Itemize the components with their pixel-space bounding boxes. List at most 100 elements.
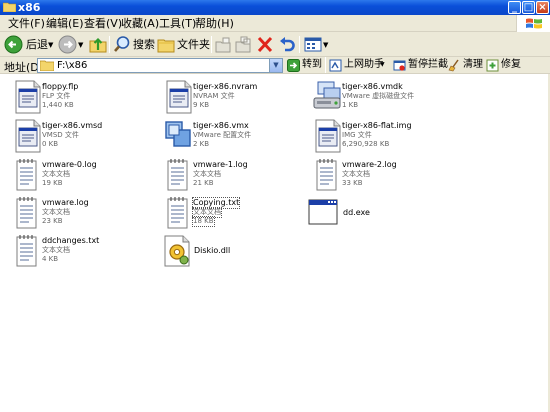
delete-button[interactable] bbox=[256, 35, 274, 54]
folder-icon bbox=[40, 60, 54, 71]
up-folder-button[interactable] bbox=[89, 35, 107, 54]
back-dropdown-arrow-icon[interactable]: ▼ bbox=[48, 41, 53, 49]
online-helper-button[interactable]: 上网助手 ▼ bbox=[329, 58, 387, 73]
online-helper-dropdown-arrow-icon[interactable]: ▼ bbox=[380, 61, 385, 68]
copy-to-button[interactable] bbox=[235, 35, 253, 54]
text-document-icon bbox=[316, 159, 337, 191]
text-document-icon bbox=[16, 159, 37, 191]
file-item[interactable]: dd.exe bbox=[308, 196, 453, 232]
search-button[interactable]: 搜索 bbox=[113, 35, 155, 54]
menu-help[interactable]: 帮助(H) bbox=[195, 17, 234, 30]
file-type: NVRAM 文件 bbox=[193, 92, 235, 100]
file-item[interactable]: Diskio.dll bbox=[162, 234, 307, 270]
file-type: 文本文档 bbox=[192, 207, 222, 218]
clean-button[interactable]: 清理 bbox=[448, 58, 483, 73]
file-size: 33 KB bbox=[342, 179, 363, 187]
file-type: VMSD 文件 bbox=[42, 131, 79, 139]
file-size: 19 KB bbox=[42, 179, 63, 187]
toolbar-separator bbox=[109, 36, 110, 53]
file-list-view[interactable]: floppy.flp FLP 文件 1,440 KB tiger-x86.nvr… bbox=[0, 74, 550, 412]
repair-button[interactable]: 修复 bbox=[486, 58, 522, 73]
file-size: 1,440 KB bbox=[42, 101, 74, 109]
toolbar-separator bbox=[299, 36, 300, 53]
toolbar: 后退 ▼ ▼ 搜索 文件夹 ▼ bbox=[0, 32, 550, 57]
vmware-config-icon bbox=[165, 121, 191, 147]
text-document-icon bbox=[167, 197, 188, 229]
text-document-icon bbox=[167, 159, 188, 191]
text-document-icon bbox=[16, 197, 37, 229]
file-item[interactable]: ddchanges.txt 文本文档 4 KB bbox=[12, 234, 157, 270]
clean-label: 清理 bbox=[463, 59, 483, 70]
address-dropdown-arrow-icon[interactable]: ▼ bbox=[269, 59, 282, 72]
file-item[interactable]: vmware-0.log 文本文档 19 KB bbox=[12, 158, 157, 194]
dll-gear-icon bbox=[164, 235, 190, 267]
folders-button[interactable]: 文件夹 bbox=[157, 35, 210, 54]
menu-favorites[interactable]: 收藏(A) bbox=[121, 17, 159, 30]
file-item[interactable]: tiger-x86.vmdk VMware 虚拟磁盘文件 1 KB bbox=[312, 80, 457, 116]
file-item[interactable]: vmware-2.log 文本文档 33 KB bbox=[312, 158, 457, 194]
windows-logo bbox=[516, 15, 550, 32]
menu-edit[interactable]: 编辑(E) bbox=[46, 17, 84, 30]
search-label: 搜索 bbox=[133, 38, 155, 51]
pause-blocking-button[interactable]: 暂停拦截 bbox=[393, 58, 448, 73]
file-item[interactable]: tiger-x86.vmx VMware 配置文件 2 KB bbox=[163, 119, 308, 155]
minimize-button[interactable]: _ bbox=[508, 1, 521, 14]
views-dropdown-arrow-icon[interactable]: ▼ bbox=[323, 41, 328, 49]
back-button[interactable]: 后退 ▼ bbox=[4, 35, 54, 54]
file-name: floppy.flp bbox=[42, 82, 79, 91]
file-type: 文本文档 bbox=[342, 170, 370, 178]
file-name: dd.exe bbox=[343, 208, 370, 217]
file-type: VMware 虚拟磁盘文件 bbox=[342, 92, 415, 100]
file-size: 2 KB bbox=[193, 140, 210, 148]
toolbar-separator bbox=[325, 57, 326, 73]
undo-button[interactable] bbox=[278, 35, 296, 54]
broom-icon bbox=[448, 59, 459, 72]
menu-tools[interactable]: 工具(T) bbox=[159, 17, 196, 30]
file-size: 9 KB bbox=[193, 101, 210, 109]
file-type: 文本文档 bbox=[193, 170, 221, 178]
vmware-disk-icon bbox=[313, 81, 341, 109]
go-arrow-icon bbox=[287, 59, 300, 72]
back-arrow-icon bbox=[4, 35, 23, 54]
file-name: tiger-x86.vmdk bbox=[342, 82, 403, 91]
file-name: vmware-2.log bbox=[342, 160, 397, 169]
forward-button[interactable]: ▼ bbox=[58, 35, 84, 54]
close-button[interactable]: × bbox=[536, 1, 549, 14]
menu-file[interactable]: 文件(F) bbox=[8, 17, 45, 30]
file-size: 4 KB bbox=[42, 255, 59, 263]
generic-file-icon bbox=[15, 80, 41, 114]
forward-dropdown-arrow-icon[interactable]: ▼ bbox=[78, 41, 83, 49]
generic-file-icon bbox=[166, 80, 192, 114]
file-name: tiger-x86.vmx bbox=[193, 121, 249, 130]
file-name: tiger-x86-flat.img bbox=[342, 121, 412, 130]
file-item[interactable]: tiger-x86.vmsd VMSD 文件 0 KB bbox=[12, 119, 157, 155]
file-size: 18 KB bbox=[192, 216, 215, 227]
move-to-button[interactable] bbox=[215, 35, 233, 54]
popup-block-icon bbox=[393, 60, 406, 71]
file-item[interactable]: floppy.flp FLP 文件 1,440 KB bbox=[12, 80, 157, 116]
file-size: 23 KB bbox=[42, 217, 63, 225]
file-item[interactable]: tiger-x86-flat.img IMG 文件 6,290,928 KB bbox=[312, 119, 457, 155]
toolbar-separator bbox=[211, 36, 212, 53]
repair-plus-icon bbox=[486, 59, 499, 72]
menu-view[interactable]: 查看(V) bbox=[84, 17, 122, 30]
go-button[interactable]: 转到 bbox=[287, 58, 323, 73]
folder-icon bbox=[3, 2, 16, 12]
views-button[interactable]: ▼ bbox=[304, 35, 330, 54]
file-name: Diskio.dll bbox=[194, 246, 231, 255]
generic-file-icon bbox=[15, 119, 41, 153]
windows-flag-icon bbox=[526, 18, 542, 29]
maximize-button[interactable]: □ bbox=[522, 1, 535, 14]
file-size: 21 KB bbox=[193, 179, 214, 187]
go-label: 转到 bbox=[302, 59, 322, 70]
copy-to-folder-icon bbox=[235, 36, 251, 53]
file-item[interactable]: vmware-1.log 文本文档 21 KB bbox=[163, 158, 308, 194]
file-type: 文本文档 bbox=[42, 246, 70, 254]
file-type: 文本文档 bbox=[42, 170, 70, 178]
file-item[interactable]: vmware.log 文本文档 23 KB bbox=[12, 196, 157, 232]
file-name: tiger-x86.nvram bbox=[193, 82, 258, 91]
file-name: tiger-x86.vmsd bbox=[42, 121, 103, 130]
address-input[interactable]: F:\x86 ▼ bbox=[37, 58, 283, 73]
file-item[interactable]: tiger-x86.nvram NVRAM 文件 9 KB bbox=[163, 80, 308, 116]
file-item-selected[interactable]: Copying.txt 文本文档 18 KB bbox=[163, 196, 308, 232]
